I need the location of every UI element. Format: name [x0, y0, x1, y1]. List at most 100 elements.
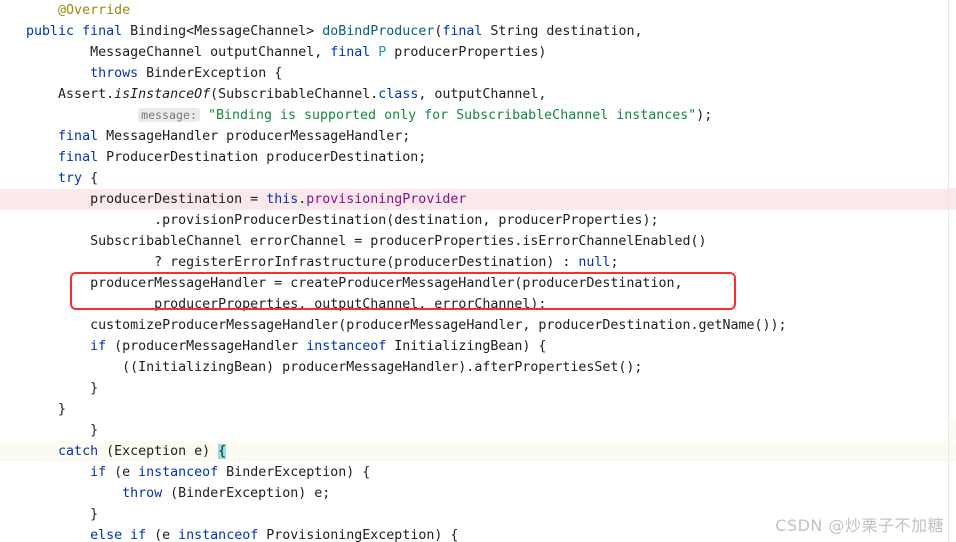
code-token-anno: @Override — [58, 3, 131, 18]
code-line[interactable]: public final Binding<MessageChannel> doB… — [0, 21, 956, 42]
code-token-txt: } — [90, 423, 99, 438]
code-token-kw: class — [378, 87, 419, 102]
code-line[interactable]: try { — [0, 168, 956, 189]
code-token-txt: ProvisioningException) { — [258, 528, 459, 542]
code-token-brace: { — [218, 444, 227, 459]
code-lines[interactable]: @Override public final Binding<MessageCh… — [0, 0, 956, 542]
code-line[interactable]: catch (Exception e) { — [0, 441, 956, 462]
code-token-txt: Assert. — [58, 87, 115, 102]
code-token-txt: (Exception e) — [98, 444, 219, 459]
code-token-kw: final — [82, 24, 123, 39]
code-token-str: "Binding is supported only for Subscriba… — [207, 108, 697, 123]
code-token-txt: ((InitializingBean) producerMessageHandl… — [122, 360, 643, 375]
code-token-txt: ProducerDestination producerDestination; — [98, 150, 427, 165]
code-line[interactable]: ? registerErrorInfrastructure(producerDe… — [0, 252, 956, 273]
code-line[interactable]: producerProperties, outputChannel, error… — [0, 294, 956, 315]
code-token-kw: final — [442, 24, 483, 39]
code-token-kw: else — [90, 528, 123, 542]
code-token-txt: (e — [106, 465, 139, 480]
code-line[interactable]: throw (BinderException) e; — [0, 483, 956, 504]
error-stripe-pink[interactable] — [949, 188, 956, 209]
code-token-txt: (BinderException) e; — [162, 486, 331, 501]
code-token-ital: isInstanceOf — [114, 87, 211, 102]
code-token-kw: final — [330, 45, 371, 60]
code-token-txt: } — [58, 402, 67, 417]
code-line[interactable]: MessageChannel outputChannel, final P pr… — [0, 42, 956, 63]
code-token-txt: Binding<MessageChannel> — [122, 24, 323, 39]
code-line[interactable]: } — [0, 399, 956, 420]
code-token-kw: throw — [122, 486, 163, 501]
code-token-kw: instanceof — [138, 465, 219, 480]
code-token-kw: instanceof — [178, 528, 259, 542]
code-token-txt: producerMessageHandler = createProducerM… — [90, 276, 683, 291]
right-margin-line — [948, 0, 949, 542]
code-line[interactable]: } — [0, 378, 956, 399]
code-line[interactable]: if (e instanceof BinderException) { — [0, 462, 956, 483]
code-line[interactable]: producerMessageHandler = createProducerM… — [0, 273, 956, 294]
code-line[interactable]: final MessageHandler producerMessageHand… — [0, 126, 956, 147]
code-token-txt: (producerMessageHandler — [106, 339, 307, 354]
error-stripe-yellow[interactable] — [949, 419, 956, 440]
code-line[interactable]: @Override — [0, 0, 956, 21]
code-token-txt: , outputChannel, — [418, 87, 547, 102]
code-token-txt: SubscribableChannel errorChannel = produ… — [90, 234, 707, 249]
code-token-txt: BinderException { — [138, 66, 283, 81]
code-token-kw: final — [58, 129, 99, 144]
code-line[interactable]: throws BinderException { — [0, 63, 956, 84]
code-line[interactable]: .provisionProducerDestination(destinatio… — [0, 210, 956, 231]
code-token-txt: (SubscribableChannel. — [210, 87, 379, 102]
code-editor[interactable]: @Override public final Binding<MessageCh… — [0, 0, 956, 542]
code-token-txt: producerProperties) — [386, 45, 547, 60]
code-line[interactable]: Assert.isInstanceOf(SubscribableChannel.… — [0, 84, 956, 105]
code-token-txt: ); — [696, 108, 713, 123]
code-token-kw: instanceof — [306, 339, 387, 354]
code-line[interactable]: message: "Binding is supported only for … — [0, 105, 956, 126]
code-token-kw: catch — [58, 444, 99, 459]
code-token-kw: this — [266, 192, 299, 207]
code-line[interactable]: customizeProducerMessageHandler(producer… — [0, 315, 956, 336]
code-token-txt: BinderException) { — [218, 465, 371, 480]
code-token-txt: MessageChannel outputChannel, — [90, 45, 331, 60]
code-token-kw: null — [578, 255, 611, 270]
code-line[interactable]: SubscribableChannel errorChannel = produ… — [0, 231, 956, 252]
code-line[interactable]: } — [0, 420, 956, 441]
code-line[interactable]: producerDestination = this.provisioningP… — [0, 189, 956, 210]
code-token-mth: doBindProducer — [322, 24, 435, 39]
code-token-txt: InitializingBean) { — [386, 339, 547, 354]
code-line[interactable]: ((InitializingBean) producerMessageHandl… — [0, 357, 956, 378]
code-line[interactable]: if (producerMessageHandler instanceof In… — [0, 336, 956, 357]
code-token-txt: MessageHandler producerMessageHandler; — [98, 129, 411, 144]
code-token-kw: public — [26, 24, 75, 39]
parameter-hint[interactable]: message: — [138, 108, 200, 122]
code-token-txt: } — [90, 381, 99, 396]
code-token-txt: .provisionProducerDestination(destinatio… — [154, 213, 659, 228]
code-token-txt: String destination, — [482, 24, 643, 39]
code-token-kw: if — [90, 465, 107, 480]
code-line[interactable]: final ProducerDestination producerDestin… — [0, 147, 956, 168]
code-token-txt: ; — [610, 255, 619, 270]
code-token-txt: } — [90, 507, 99, 522]
